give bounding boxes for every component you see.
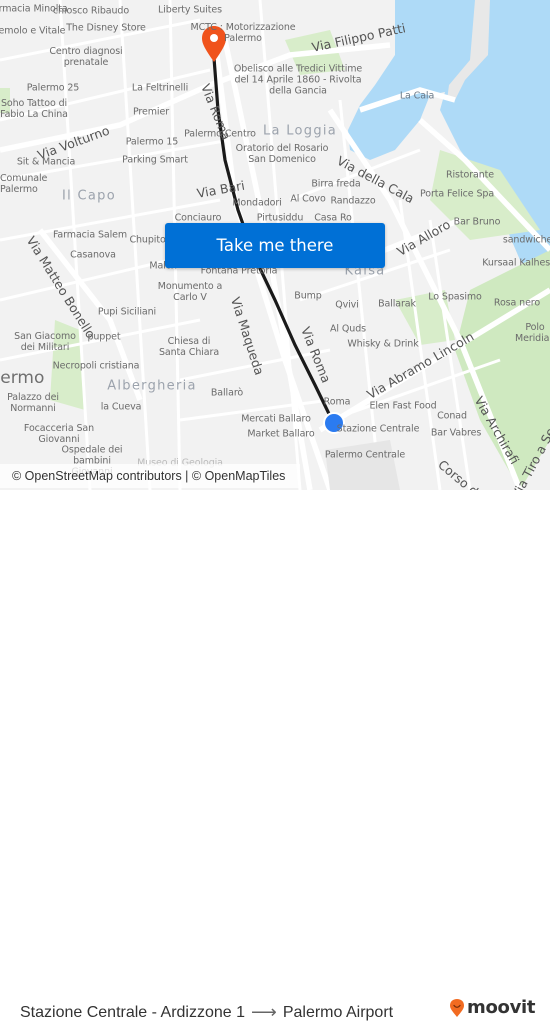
poi-label: Necropoli cristiana — [52, 360, 140, 372]
poi-label: Palazzo dei Normanni — [7, 392, 59, 414]
poi-label: Rosa nero — [493, 297, 541, 309]
poi-label: Birra freda — [311, 178, 361, 190]
poi-label: Al Quds — [330, 323, 366, 335]
poi-label: Ballarak — [378, 298, 416, 310]
poi-label: The Disney Store — [66, 22, 146, 34]
poi-label: Al Covo — [290, 193, 326, 205]
poi-label: Monumento a Carlo V — [157, 281, 223, 303]
poi-label: Ristorante — [445, 169, 495, 181]
poi-label: Porta Felice Spa — [419, 188, 495, 200]
poi-label: Chiesa di Santa Chiara — [158, 336, 220, 358]
poi-label: Roma — [323, 396, 351, 408]
origin-name: Stazione Centrale - Ardizzone 1 — [20, 1003, 246, 1021]
poi-label: sandwiches — [502, 234, 550, 246]
poi-label: La Feltrinelli — [131, 82, 189, 94]
poi-label: Palermo Centro — [184, 128, 256, 140]
water-label: La Cala — [399, 90, 435, 102]
destination-name: Palermo Airport — [282, 1003, 394, 1021]
poi-label: Conad — [437, 410, 467, 422]
poi-label: Lo Spasimo — [428, 291, 482, 303]
poi-label: Soho Tattoo di Fabio La China — [0, 98, 68, 120]
poi-label: Market Ballaro — [247, 428, 315, 440]
poi-label: Pupi Siciliani — [97, 306, 157, 318]
poi-label: Farmacia Salem — [52, 229, 128, 241]
district-label: Il Capo — [62, 188, 116, 204]
moovit-logo: moovit — [449, 997, 536, 1018]
poi-label: Bump — [294, 290, 322, 302]
poi-label: Mercati Ballaro — [241, 413, 311, 425]
poi-label: Focacceria San Giovanni — [23, 423, 95, 445]
poi-label: Parking Smart — [122, 154, 188, 166]
poi-label: Comunale Palermo — [0, 173, 48, 195]
poi-label: Obelisco alle Tredici Vittime del 14 Apr… — [233, 63, 363, 97]
poi-label: Liberty Suites — [158, 4, 222, 16]
arrow-right-icon: ⟶ — [251, 1002, 277, 1022]
poi-label: Ballarò — [210, 387, 244, 399]
district-label: Albergheria — [107, 378, 197, 394]
poi-label: Whisky & Drink — [347, 338, 419, 350]
poi-label: MCTC : Motorizzazione Palermo — [190, 22, 296, 44]
poi-label: Casanova — [70, 249, 116, 261]
poi-label: Qvivi — [335, 299, 359, 311]
district-label: La Loggia — [262, 123, 338, 139]
poi-label: Fontana Pretoria — [200, 265, 278, 277]
poi-label: Kursaal Kalhesa — [482, 257, 550, 269]
moovit-wordmark: moovit — [467, 997, 536, 1018]
poi-label: Tremolo e Vitale — [0, 25, 66, 37]
poi-label: puppet — [87, 331, 121, 343]
poi-label: Randazzo — [330, 195, 376, 207]
poi-label: Elen Fast Food — [369, 400, 437, 412]
poi-label: Premier — [132, 106, 170, 118]
poi-label: Bar Bruno — [453, 216, 501, 228]
poi-label: Palermo 25 — [26, 82, 80, 94]
map-canvas[interactable]: La Loggia Il Capo Kalsa Albergheria Pale… — [0, 0, 550, 490]
map-attribution[interactable]: © OpenStreetMap contributors | © OpenMap… — [0, 464, 300, 488]
poi-label: Oratorio del Rosario San Domenico — [235, 143, 329, 165]
poi-label: Centro diagnosi prenatale — [49, 46, 123, 68]
moovit-pin-icon — [450, 998, 464, 1017]
poi-label: Palermo 15 — [125, 136, 179, 148]
poi-label: la Cueva — [100, 401, 142, 413]
poi-label: Sit & Mancia — [16, 156, 76, 168]
poi-label: Mondadori — [232, 197, 282, 209]
poi-label: Polo Meridiana — [515, 322, 550, 344]
city-label: Palermo — [0, 368, 45, 388]
poi-label: Bar Vabres — [430, 427, 482, 439]
route-summary: Stazione Centrale - Ardizzone 1 ⟶ Palerm… — [20, 1002, 393, 1023]
footer-bar: Stazione Centrale - Ardizzone 1 ⟶ Palerm… — [0, 490, 550, 1022]
poi-label: chiosco Ribaudo — [52, 5, 130, 17]
poi-label: San Giacomo dei Militari — [14, 331, 76, 353]
rail-yard — [325, 440, 400, 490]
poi-label: Stazione Centrale — [336, 423, 420, 435]
poi-label: Palermo Centrale — [324, 449, 406, 461]
take-me-there-button[interactable]: Take me there — [165, 223, 385, 268]
